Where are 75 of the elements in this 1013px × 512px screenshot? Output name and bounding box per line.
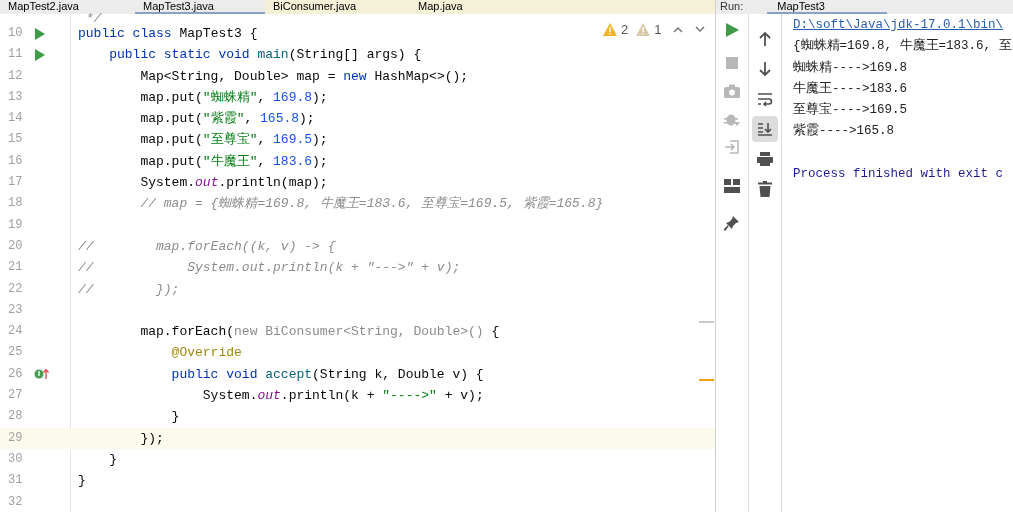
line-number: 22 [8,281,23,296]
arrow-down-icon[interactable] [758,61,772,77]
line-number: 11 [8,47,23,62]
code-line: map.put("牛魔王", 183.6); [139,152,328,171]
console-line: Process finished with exit c [793,167,1004,182]
warning-icon [636,23,651,37]
run-tab[interactable]: MapTest3 [767,0,888,14]
code-line: map.put("紫霞", 165.8); [139,110,315,129]
code-line: @Override [170,344,242,363]
editor-tab[interactable]: BiConsumer.java [265,0,410,14]
warning-count: 2 [621,21,629,39]
code-line: // map.forEach((k, v) -> { [78,237,336,256]
code-line: // }); [78,280,180,299]
line-number: 12 [8,68,23,83]
chevron-up-icon[interactable] [673,26,684,34]
scroll-marker [699,379,714,381]
arrow-up-icon[interactable] [758,31,772,47]
path-link[interactable]: D:\soft\Java\jdk-17.0.1\bin\ [793,18,1004,32]
run-icon[interactable] [34,48,46,61]
editor-tab[interactable]: MapTest3.java [135,0,265,14]
line-number: 10 [8,26,23,40]
line-number: 27 [8,388,23,403]
layout-icon[interactable] [724,179,740,193]
console-line: {蜘蛛精=169.8, 牛魔王=183.6, 至 [793,39,1012,54]
run-icon[interactable] [724,22,740,38]
print-icon[interactable] [757,152,773,166]
run-icon[interactable] [34,27,46,40]
console-line: 牛魔王---->183.6 [793,81,907,96]
code-line: map.put("蜘蛛精", 169.8); [139,88,328,107]
line-number: 14 [8,111,23,126]
line-number: 32 [8,494,23,509]
console-line: 蜘蛛精---->169.8 [793,60,907,75]
warning-icon [603,23,617,37]
console-line: 紫霞---->165.8 [793,124,894,139]
override-icon[interactable] [34,368,50,381]
line-number: 18 [8,196,23,211]
line-number: 16 [8,153,23,168]
console-line: 至尊宝---->169.5 [793,103,907,118]
line-number: 24 [8,324,23,339]
run-label: Run: [719,0,745,12]
code-line: Map<String, Double> map = new HashMap<>(); [139,67,469,86]
soft-wrap-icon[interactable] [757,92,773,106]
line-number: 23 [8,302,23,317]
chevron-down-icon[interactable] [695,26,706,34]
line-number: 17 [8,175,23,190]
line-number: 20 [8,238,23,253]
code-line: }); [139,429,164,448]
line-number: 31 [8,473,23,488]
code-line: } [108,450,117,469]
trash-icon[interactable] [758,181,772,197]
code-line: public static void main(String[] args) { [108,46,422,65]
code-line: // System.out.println(k + "--->" + v); [78,259,461,278]
code-line: map.put("至尊宝", 169.5); [139,131,328,150]
line-number: 15 [8,132,23,147]
weak-warning-count: 1 [654,21,662,39]
code-line: */ [84,14,102,23]
line-number: 21 [8,260,23,275]
code-line: System.out.println(map); [139,174,328,193]
editor-tab[interactable]: Map.java [410,0,500,14]
code-line: } [78,472,86,491]
code-line: map.forEach(new BiConsumer<String, Double>() { [139,323,500,342]
line-number: 28 [8,409,23,424]
line-number: 13 [8,89,23,104]
code-line: // map = {蜘蛛精=169.8, 牛魔王=183.6, 至尊宝=169.5, 紫霞=165.8} [139,195,604,214]
code-line: } [170,408,180,427]
line-number: 19 [8,217,23,232]
code-line: public class MapTest3 { [78,25,258,43]
code-line: System.out.println(k + "---->" + v); [201,387,484,406]
code-line: public void accept(String k, Double v) { [170,365,484,384]
line-number: 26 [8,366,23,381]
line-number: 25 [8,345,23,360]
line-number: 29 [8,430,23,445]
line-number: 30 [8,451,23,466]
scroll-to-end-icon[interactable] [757,122,773,136]
pin-icon[interactable] [724,215,740,231]
